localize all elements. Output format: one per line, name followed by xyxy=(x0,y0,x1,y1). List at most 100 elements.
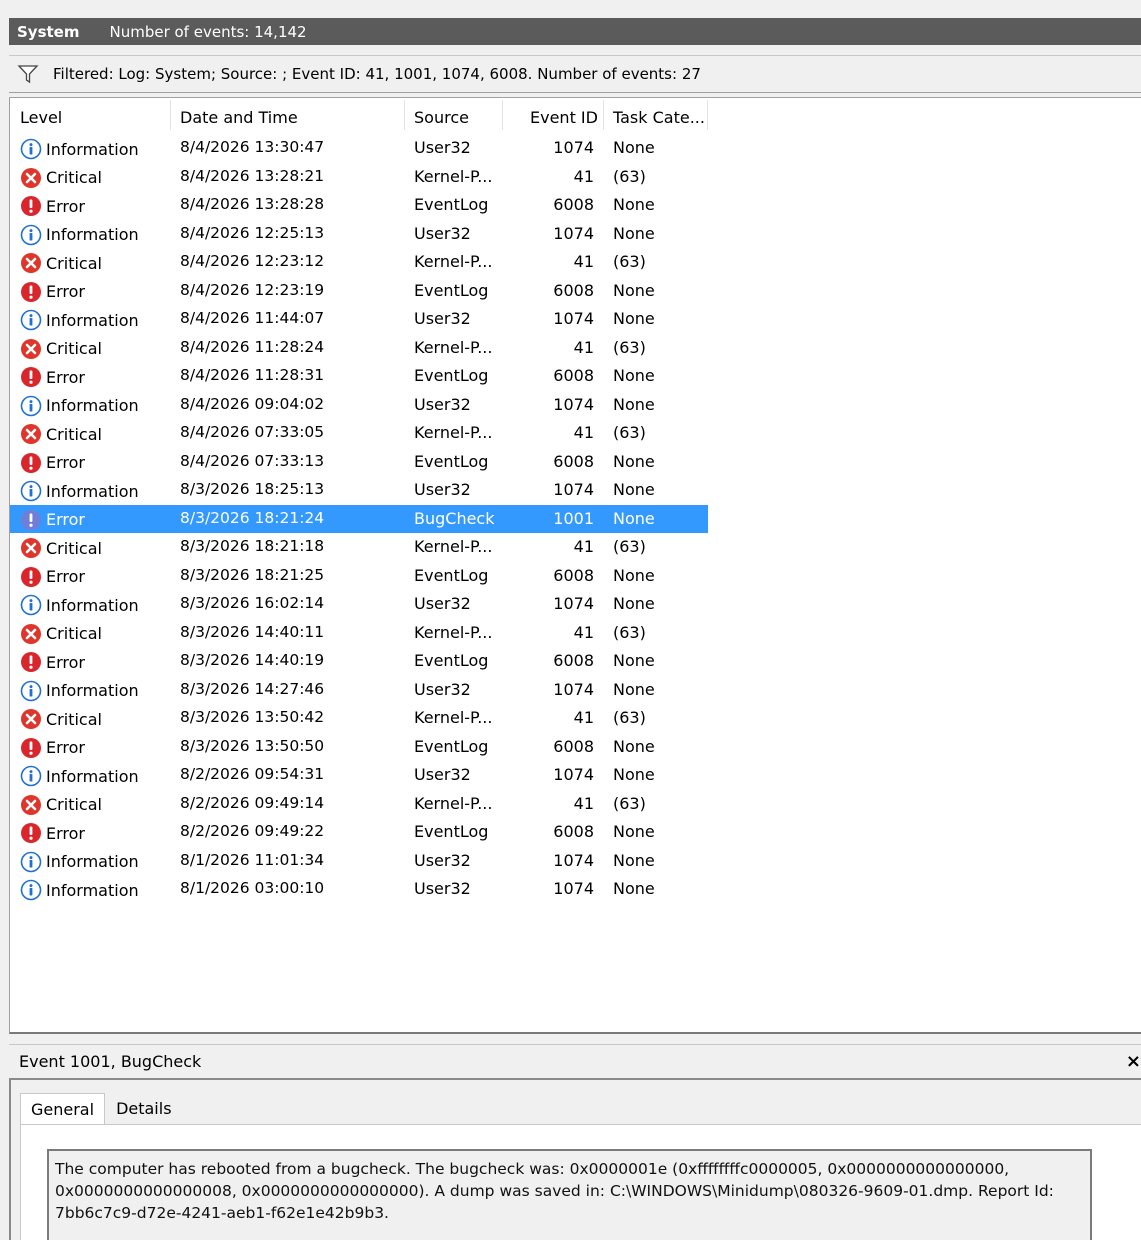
event-id-cell: 1074 xyxy=(553,223,594,243)
source-cell: User32 xyxy=(414,480,471,499)
log-name: System xyxy=(17,22,80,41)
source-cell: User32 xyxy=(414,879,471,898)
table-row[interactable]: Error 8/4/2026 11:28:31 EventLog 6008 None xyxy=(10,362,708,390)
table-row[interactable]: Critical 8/4/2026 11:28:24 Kernel-P... 41 (6… xyxy=(10,334,708,362)
table-row[interactable]: Information 8/3/2026 14:27:46 User32 1074 No… xyxy=(10,676,708,704)
column-separator[interactable] xyxy=(170,100,171,130)
level-text: Information xyxy=(46,595,139,615)
task-category-cell: None xyxy=(613,651,655,670)
level-text: Information xyxy=(46,766,139,786)
table-row[interactable]: Critical 8/3/2026 13:50:42 Kernel-P... 41 (6… xyxy=(10,704,708,732)
error-exclamation-icon xyxy=(21,566,41,587)
event-id-cell: 6008 xyxy=(553,822,594,841)
source-cell: EventLog xyxy=(414,736,489,756)
source-cell: EventLog xyxy=(414,822,489,841)
table-row[interactable]: Critical 8/4/2026 13:28:21 Kernel-P... 41 (6… xyxy=(10,163,708,191)
table-row[interactable]: Information 8/3/2026 18:25:13 User32 1074 No… xyxy=(10,476,708,504)
table-row-selected[interactable]: Error 8/3/2026 18:21:24 BugCheck 1001 None xyxy=(10,504,708,533)
table-row[interactable]: Information 8/4/2026 09:04:02 User32 1074 No… xyxy=(10,391,708,419)
level-text: Information xyxy=(46,396,139,415)
info-icon xyxy=(20,851,42,872)
task-category-cell: None xyxy=(613,679,655,699)
event-id-cell: 6008 xyxy=(553,565,594,585)
source-cell: User32 xyxy=(414,679,471,699)
table-row[interactable]: Error 8/4/2026 07:33:13 EventLog 6008 None xyxy=(10,448,708,476)
event-id-cell: 1074 xyxy=(553,850,594,870)
error-exclamation-icon xyxy=(21,196,41,216)
event-detail-header: Event 1001, BugCheck × xyxy=(9,1044,1141,1080)
level-text: Error xyxy=(46,738,85,757)
error-exclamation-icon xyxy=(21,509,41,530)
date-cell: 8/3/2026 14:40:11 xyxy=(180,622,325,641)
table-row[interactable]: Critical 8/3/2026 14:40:11 Kernel-P... 41 (6… xyxy=(10,619,708,647)
date-cell: 8/4/2026 12:23:19 xyxy=(180,280,325,299)
column-separator[interactable] xyxy=(404,100,405,130)
close-icon[interactable]: × xyxy=(1126,1051,1141,1072)
column-separator[interactable] xyxy=(603,100,604,130)
source-cell: Kernel-P... xyxy=(414,793,493,813)
level-text: Critical xyxy=(46,709,102,729)
level-cell: Critical xyxy=(20,708,102,730)
filter-text: Filtered: Log: System; Source: ; Event I… xyxy=(53,65,701,83)
table-row[interactable]: Information 8/4/2026 11:44:07 User32 1074 No… xyxy=(10,305,708,333)
level-cell: Critical xyxy=(20,794,102,816)
level-cell: Error xyxy=(20,281,85,303)
source-cell: Kernel-P... xyxy=(414,622,493,642)
task-category-cell: None xyxy=(613,879,655,898)
table-row[interactable]: Error 8/2/2026 09:49:22 EventLog 6008 None xyxy=(10,818,708,846)
table-row[interactable]: Information 8/1/2026 11:01:34 User32 1074 No… xyxy=(10,847,708,875)
level-text: Error xyxy=(46,367,85,387)
table-row[interactable]: Information 8/1/2026 03:00:10 User32 1074 No… xyxy=(10,875,708,903)
table-row[interactable]: Error 8/3/2026 18:21:25 EventLog 6008 None xyxy=(10,562,708,590)
column-separator[interactable] xyxy=(502,100,503,130)
column-header-source[interactable]: Source xyxy=(414,108,469,127)
column-header-date[interactable]: Date and Time xyxy=(180,108,298,127)
table-row[interactable]: Error 8/4/2026 12:23:19 EventLog 6008 None xyxy=(10,277,708,305)
date-cell: 8/3/2026 13:50:50 xyxy=(180,736,325,755)
level-text: Information xyxy=(46,139,139,159)
table-row[interactable]: Critical 8/4/2026 07:33:05 Kernel-P... 41 (6… xyxy=(10,419,708,447)
level-text: Critical xyxy=(46,624,102,643)
event-id-cell: 41 xyxy=(573,708,594,727)
table-row[interactable]: Information 8/3/2026 16:02:14 User32 1074 No… xyxy=(10,590,708,618)
level-cell: Information xyxy=(20,309,139,331)
general-tab-panel: The computer has rebooted from a bugchec… xyxy=(20,1124,1141,1240)
event-description[interactable]: The computer has rebooted from a bugchec… xyxy=(47,1149,1092,1240)
table-row[interactable]: Critical 8/4/2026 12:23:12 Kernel-P... 41 (6… xyxy=(10,248,708,276)
event-id-cell: 1074 xyxy=(553,309,594,328)
info-icon xyxy=(20,480,42,502)
table-row[interactable]: Critical 8/2/2026 09:49:14 Kernel-P... 41 (6… xyxy=(10,790,708,818)
table-row[interactable]: Information 8/4/2026 13:30:47 User32 1074 No… xyxy=(10,134,708,162)
table-row[interactable]: Information 8/2/2026 09:54:31 User32 1074 No… xyxy=(10,761,708,789)
table-row[interactable]: Error 8/3/2026 13:50:50 EventLog 6008 None xyxy=(10,733,708,761)
level-text: Critical xyxy=(46,538,102,558)
filter-bar: Filtered: Log: System; Source: ; Event I… xyxy=(9,55,1141,93)
table-row[interactable]: Error 8/3/2026 14:40:19 EventLog 6008 None xyxy=(10,647,708,675)
column-header-level[interactable]: Level xyxy=(20,108,62,127)
task-category-cell: (63) xyxy=(613,252,646,271)
event-id-cell: 1074 xyxy=(553,765,594,784)
task-category-cell: None xyxy=(613,394,655,414)
date-cell: 8/3/2026 18:21:25 xyxy=(180,565,325,584)
tab-details[interactable]: Details xyxy=(105,1092,182,1125)
critical-x-icon xyxy=(21,623,41,644)
source-cell: User32 xyxy=(414,765,471,784)
level-cell: Error xyxy=(20,822,85,844)
level-text: Error xyxy=(46,567,85,586)
task-category-cell: (63) xyxy=(613,622,646,642)
level-cell: Error xyxy=(20,452,85,474)
event-list[interactable]: Level Date and Time Source Event ID Task… xyxy=(9,97,1141,1034)
table-row[interactable]: Information 8/4/2026 12:25:13 User32 1074 No… xyxy=(10,220,708,248)
table-row[interactable]: Critical 8/3/2026 18:21:18 Kernel-P... 41 (6… xyxy=(10,533,708,561)
error-exclamation-icon xyxy=(21,652,41,672)
event-id-cell: 1074 xyxy=(553,594,594,613)
source-cell: EventLog xyxy=(414,651,489,670)
event-id-cell: 1074 xyxy=(553,480,594,499)
tab-general[interactable]: General xyxy=(20,1093,106,1125)
source-cell: EventLog xyxy=(414,366,489,385)
level-text: Information xyxy=(46,681,139,700)
column-header-event-id[interactable]: Event ID xyxy=(530,108,598,127)
column-separator[interactable] xyxy=(707,100,708,130)
column-header-task-category[interactable]: Task Cate... xyxy=(613,108,705,127)
table-row[interactable]: Error 8/4/2026 13:28:28 EventLog 6008 None xyxy=(10,191,708,219)
